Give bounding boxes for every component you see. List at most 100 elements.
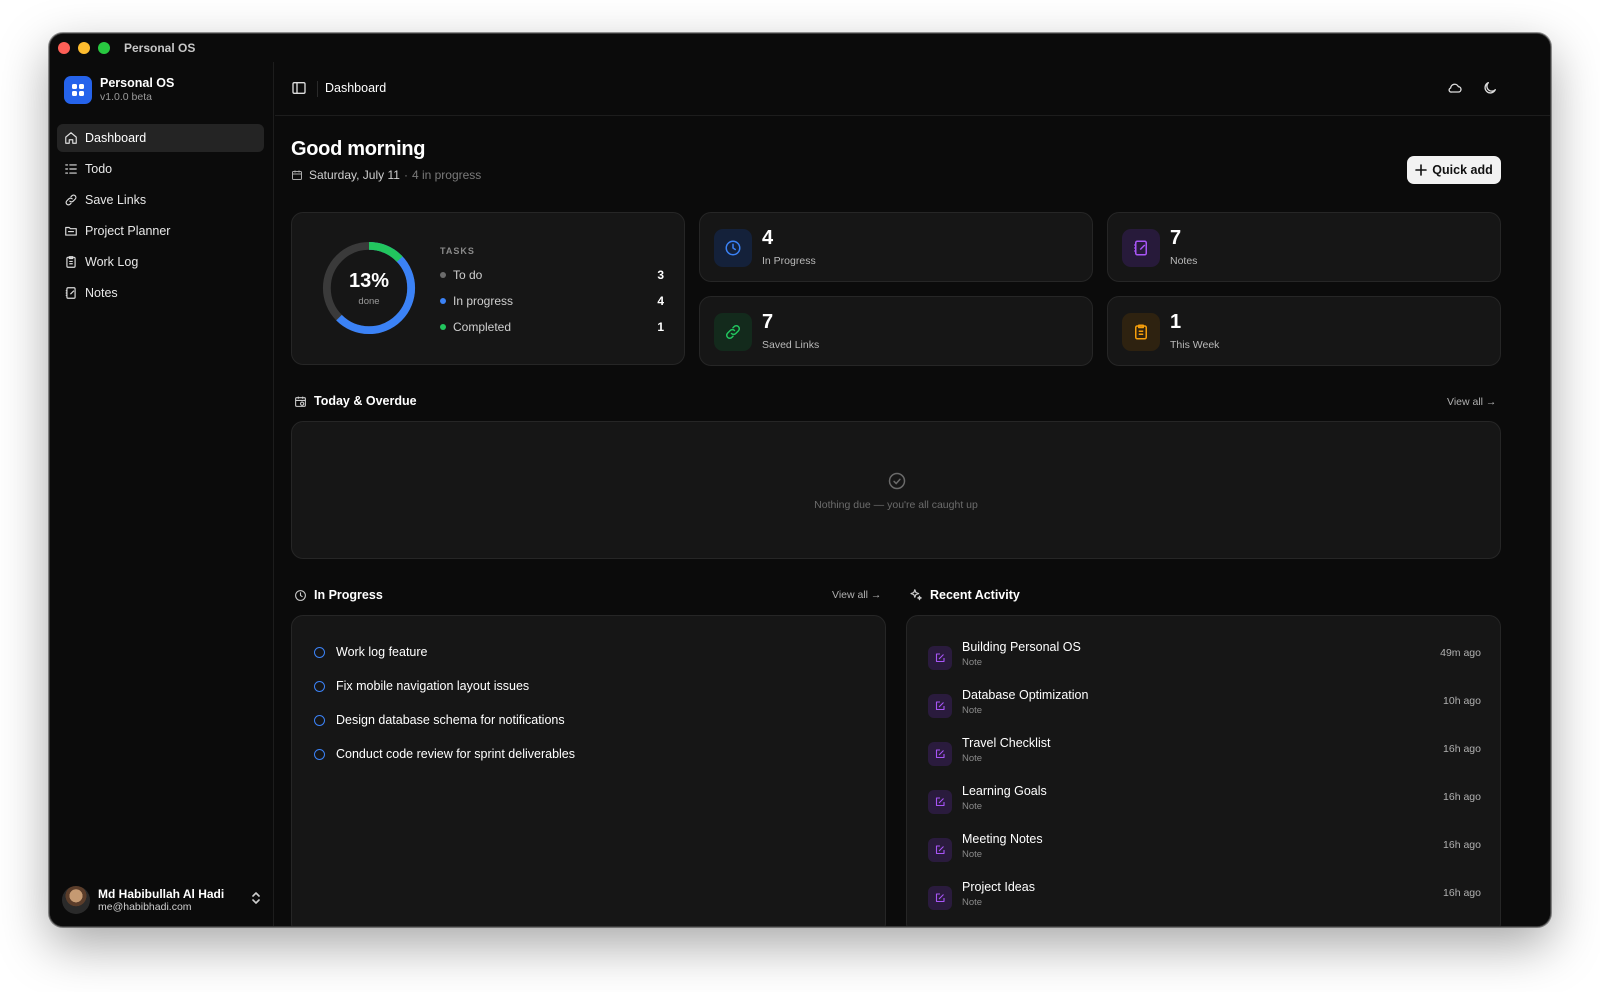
- activity-row[interactable]: Building Personal OS Note 49m ago: [928, 638, 1481, 678]
- tasks-progress-card: 13% done TASKS To do 3 In progress 4 Com…: [291, 212, 685, 365]
- activity-title: Building Personal OS: [962, 640, 1081, 654]
- task-row-count: 3: [657, 268, 664, 282]
- activity-type: Note: [962, 801, 983, 812]
- activity-row[interactable]: Learning Goals Note 16h ago: [928, 782, 1481, 822]
- sidebar-item-work-log[interactable]: Work Log: [57, 248, 264, 276]
- task-row-label: In progress: [453, 294, 514, 308]
- task-title: Work log feature: [336, 645, 428, 659]
- task-checkbox[interactable]: [314, 646, 325, 658]
- title-bar: Personal OS: [50, 34, 1550, 62]
- in-progress-section-heading: In Progress: [294, 588, 383, 602]
- note-icon: [928, 790, 952, 814]
- quick-add-button[interactable]: Quick add: [1407, 156, 1501, 184]
- today-title: Today & Overdue: [314, 394, 417, 408]
- top-bar: Dashboard: [275, 62, 1550, 116]
- today-section-heading: Today & Overdue: [294, 394, 417, 408]
- brand[interactable]: Personal OS v1.0.0 beta: [64, 76, 174, 104]
- sidebar-item-dashboard[interactable]: Dashboard: [57, 124, 264, 152]
- date-text: Saturday, July 11: [309, 168, 400, 182]
- notes-icon: [65, 287, 76, 299]
- in-progress-summary: 4 in progress: [411, 168, 482, 182]
- activity-time: 16h ago: [1443, 839, 1481, 851]
- note-icon: [928, 886, 952, 910]
- close-window-button[interactable]: [58, 42, 70, 54]
- in-progress-card: Work log feature Fix mobile navigation l…: [291, 615, 886, 926]
- recent-activity-card: Building Personal OS Note 49m ago Databa…: [906, 615, 1501, 926]
- list-item[interactable]: Design database schema for notifications: [314, 713, 565, 727]
- check-circle-icon: [888, 472, 906, 490]
- in-progress-view-all-link[interactable]: View all →: [832, 589, 881, 601]
- date-subtitle: Saturday, July 11 · 4 in progress: [291, 168, 481, 182]
- activity-type: Note: [962, 897, 983, 908]
- moon-icon[interactable]: [1482, 80, 1498, 101]
- sidebar-item-label: Notes: [85, 286, 118, 300]
- list-item[interactable]: Fix mobile navigation layout issues: [314, 679, 529, 693]
- activity-time: 10h ago: [1443, 695, 1481, 707]
- sidebar-item-label: Save Links: [85, 193, 147, 207]
- progress-done-label: done: [358, 296, 380, 307]
- task-checkbox[interactable]: [314, 748, 325, 760]
- task-row-count: 4: [657, 294, 664, 308]
- task-row-in-progress: In progress 4: [440, 293, 664, 309]
- sparkles-icon: [910, 589, 922, 601]
- stat-card-saved-links[interactable]: 7 Saved Links: [699, 296, 1093, 366]
- task-row-todo: To do 3: [440, 267, 664, 283]
- clock-icon: [295, 589, 306, 601]
- activity-row[interactable]: Project Ideas Note 16h ago: [928, 878, 1481, 918]
- quick-add-label: Quick add: [1432, 163, 1493, 177]
- notes-icon: [1122, 229, 1160, 267]
- activity-row[interactable]: Meeting Notes Note 16h ago: [928, 830, 1481, 870]
- list-item[interactable]: Conduct code review for sprint deliverab…: [314, 747, 575, 761]
- calendar-icon: [292, 170, 302, 180]
- sidebar-item-todo[interactable]: Todo: [57, 155, 264, 183]
- stat-card-notes[interactable]: 7 Notes: [1107, 212, 1501, 282]
- maximize-window-button[interactable]: [98, 42, 110, 54]
- activity-type: Note: [962, 705, 983, 716]
- sidebar-toggle-icon[interactable]: [291, 80, 307, 101]
- calendar-clock-icon: [295, 396, 306, 407]
- app-window: Personal OS Personal OS v1.0.0 beta Dash…: [49, 33, 1551, 927]
- cloud-icon[interactable]: [1447, 80, 1463, 101]
- task-title: Design database schema for notifications: [336, 713, 565, 727]
- recent-activity-heading: Recent Activity: [909, 588, 1020, 602]
- activity-time: 16h ago: [1443, 743, 1481, 755]
- user-email: me@habibhadi.com: [98, 900, 192, 913]
- stat-card-this-week[interactable]: 1 This Week: [1107, 296, 1501, 366]
- activity-time: 16h ago: [1443, 791, 1481, 803]
- note-icon: [928, 838, 952, 862]
- sidebar-item-save-links[interactable]: Save Links: [57, 186, 264, 214]
- activity-row[interactable]: Travel Checklist Note 16h ago: [928, 734, 1481, 774]
- stat-value: 7: [762, 311, 774, 333]
- sidebar-item-notes[interactable]: Notes: [57, 279, 264, 307]
- minimize-window-button[interactable]: [78, 42, 90, 54]
- activity-time: 49m ago: [1440, 647, 1481, 659]
- main-content: Dashboard Good morning Saturday, July 11…: [275, 62, 1550, 926]
- task-checkbox[interactable]: [314, 714, 325, 726]
- sidebar-item-project-planner[interactable]: Project Planner: [57, 217, 264, 245]
- user-menu[interactable]: Md Habibullah Al Hadi me@habibhadi.com: [62, 886, 262, 914]
- home-icon: [65, 132, 77, 144]
- status-dot: [440, 298, 446, 304]
- note-icon: [928, 694, 952, 718]
- brand-name: Personal OS: [100, 76, 175, 90]
- task-checkbox[interactable]: [314, 680, 325, 692]
- list-item[interactable]: Work log feature: [314, 645, 427, 659]
- page-title: Dashboard: [325, 81, 387, 95]
- task-row-label: To do: [453, 268, 483, 282]
- tasks-heading: TASKS: [440, 246, 475, 256]
- stat-card-in-progress[interactable]: 4 In Progress: [699, 212, 1093, 282]
- activity-row[interactable]: Database Optimization Note 10h ago: [928, 686, 1481, 726]
- task-title: Fix mobile navigation layout issues: [336, 679, 530, 693]
- chevrons-up-down-icon[interactable]: [250, 891, 262, 910]
- stat-label: In Progress: [762, 255, 816, 267]
- today-view-all-link[interactable]: View all →: [1447, 396, 1496, 408]
- link-icon: [714, 313, 752, 351]
- sidebar-item-label: Work Log: [85, 255, 139, 269]
- task-title: Conduct code review for sprint deliverab…: [336, 747, 576, 761]
- stat-value: 7: [1170, 227, 1182, 249]
- user-name: Md Habibullah Al Hadi: [98, 886, 225, 901]
- today-empty-card: Nothing due — you're all caught up: [291, 421, 1501, 559]
- app-logo-icon: [64, 76, 92, 104]
- stat-label: Saved Links: [762, 339, 820, 351]
- sidebar-nav: Dashboard Todo Save Links Project Planne…: [57, 124, 264, 310]
